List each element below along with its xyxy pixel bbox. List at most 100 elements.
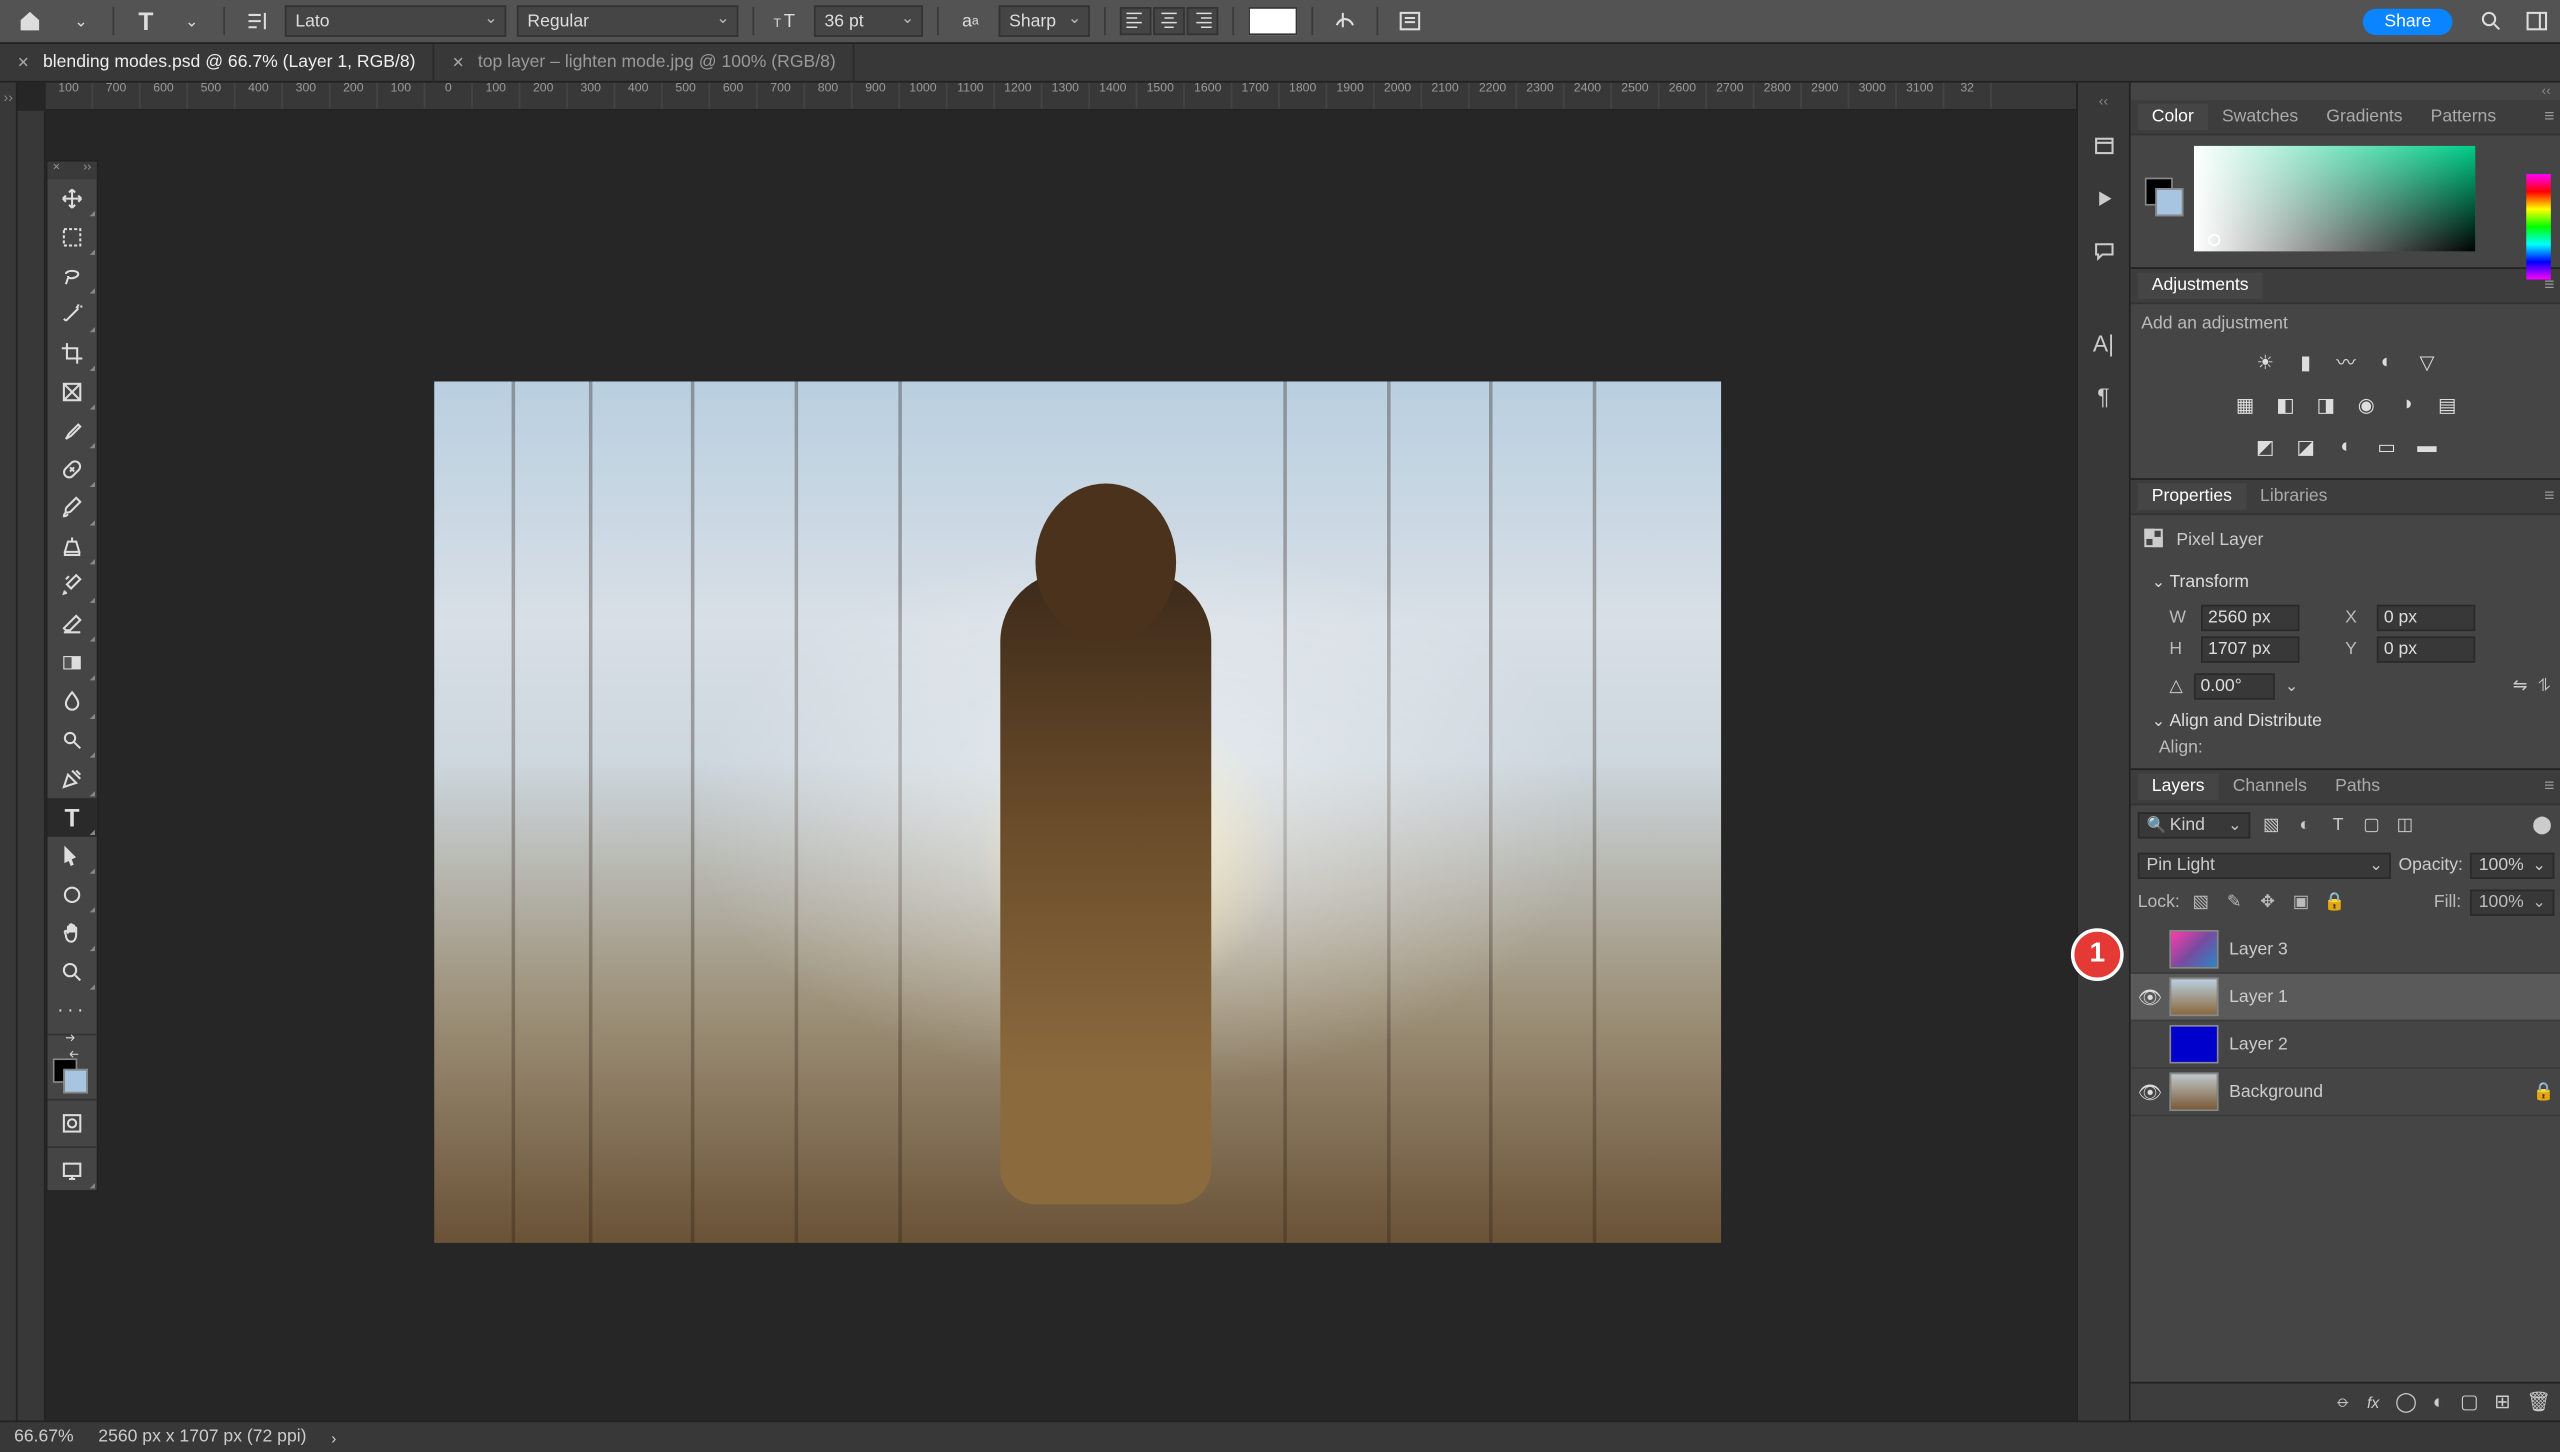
tab-paths[interactable]: Paths bbox=[2321, 774, 2394, 800]
align-right-button[interactable] bbox=[1187, 7, 1219, 35]
tab-gradients[interactable]: Gradients bbox=[2312, 104, 2416, 130]
blend-mode-dropdown[interactable]: Pin Light⌄ bbox=[2138, 853, 2392, 879]
align-center-button[interactable] bbox=[1153, 7, 1185, 35]
move-tool[interactable] bbox=[47, 179, 96, 218]
history-icon[interactable] bbox=[2088, 130, 2120, 162]
opacity-field[interactable]: 100%⌄ bbox=[2470, 853, 2554, 879]
bw-icon[interactable]: ◨ bbox=[2312, 390, 2340, 418]
document-tab[interactable]: × blending modes.psd @ 66.7% (Layer 1, R… bbox=[0, 43, 435, 82]
mask-icon[interactable]: ◯ bbox=[2395, 1391, 2417, 1414]
color-balance-icon[interactable]: ◧ bbox=[2271, 390, 2299, 418]
path-tool[interactable] bbox=[47, 837, 96, 876]
frame-tool[interactable] bbox=[47, 373, 96, 412]
play-icon[interactable] bbox=[2088, 183, 2120, 215]
lock-position-icon[interactable]: ✥ bbox=[2255, 890, 2280, 915]
color-field[interactable] bbox=[2194, 146, 2475, 251]
close-icon[interactable]: × bbox=[18, 52, 29, 73]
layer-row[interactable]: Layer 2 bbox=[2131, 1021, 2560, 1068]
align-left-button[interactable] bbox=[1120, 7, 1152, 35]
quick-mask-icon[interactable] bbox=[47, 1104, 96, 1143]
search-icon[interactable] bbox=[2474, 5, 2509, 37]
dodge-tool[interactable] bbox=[47, 721, 96, 760]
type-orientation-icon[interactable] bbox=[239, 5, 274, 37]
angle-field[interactable] bbox=[2193, 673, 2274, 699]
chevron-right-icon[interactable]: › bbox=[331, 1428, 336, 1446]
zoom-tool[interactable] bbox=[47, 953, 96, 992]
paragraph-icon[interactable]: ¶ bbox=[2088, 380, 2120, 412]
character-icon[interactable]: A| bbox=[2088, 327, 2120, 359]
color-lookup-icon[interactable]: ▤ bbox=[2433, 390, 2461, 418]
channel-mixer-icon[interactable]: ◑ bbox=[2393, 390, 2421, 418]
fx-icon[interactable]: fx bbox=[2367, 1393, 2379, 1411]
swap-colors-icon[interactable] bbox=[47, 1039, 96, 1053]
layer-name[interactable]: Layer 1 bbox=[2229, 987, 2288, 1006]
link-icon[interactable]: ⦵ bbox=[2335, 1391, 2351, 1414]
menu-icon[interactable]: ≡ bbox=[2544, 107, 2554, 126]
pen-tool[interactable] bbox=[47, 759, 96, 798]
lock-icon[interactable]: 🔒 bbox=[2532, 1082, 2554, 1101]
tab-properties[interactable]: Properties bbox=[2138, 483, 2246, 509]
filter-toggle-icon[interactable]: ⬤ bbox=[2530, 813, 2555, 838]
gradient-tool[interactable] bbox=[47, 643, 96, 682]
posterize-icon[interactable]: ◪ bbox=[2292, 432, 2320, 460]
group-icon[interactable]: ▢ bbox=[2460, 1391, 2478, 1414]
magic-wand-tool[interactable] bbox=[47, 295, 96, 334]
tab-color[interactable]: Color bbox=[2138, 104, 2208, 130]
paragraph-panel-icon[interactable] bbox=[1392, 5, 1427, 37]
vibrance-icon[interactable]: ▽ bbox=[2413, 348, 2441, 376]
curves-icon[interactable]: 〰 bbox=[2332, 348, 2360, 376]
x-field[interactable] bbox=[2377, 605, 2475, 631]
screenmode-icon[interactable] bbox=[47, 1151, 96, 1190]
layer-thumbnail[interactable] bbox=[2169, 1025, 2218, 1064]
layer-row[interactable]: 👁 Layer 1 bbox=[2131, 974, 2560, 1021]
shape-tool[interactable] bbox=[47, 875, 96, 914]
eraser-tool[interactable] bbox=[47, 605, 96, 644]
text-color-swatch[interactable] bbox=[1248, 7, 1297, 35]
fill-field[interactable]: 100%⌄ bbox=[2470, 890, 2554, 916]
new-layer-icon[interactable]: ⊞ bbox=[2494, 1391, 2510, 1414]
filter-pixel-icon[interactable]: ▧ bbox=[2259, 813, 2284, 838]
tab-patterns[interactable]: Patterns bbox=[2417, 104, 2511, 130]
lock-artboard-icon[interactable]: ▣ bbox=[2289, 890, 2314, 915]
canvas-area[interactable]: 1007006005004003002001000100200300400500… bbox=[18, 83, 2077, 1421]
brightness-icon[interactable]: ☀ bbox=[2251, 348, 2279, 376]
exposure-icon[interactable]: ◐ bbox=[2372, 348, 2400, 376]
menu-icon[interactable]: ≡ bbox=[2544, 487, 2554, 506]
flip-h-icon[interactable]: ⇋ bbox=[2513, 677, 2528, 696]
close-icon[interactable]: × bbox=[53, 162, 60, 180]
history-brush-tool[interactable] bbox=[47, 566, 96, 605]
warp-text-icon[interactable] bbox=[1327, 5, 1362, 37]
layer-thumbnail[interactable] bbox=[2169, 1072, 2218, 1111]
canvas-image[interactable] bbox=[434, 381, 1721, 1242]
hue-icon[interactable]: ▦ bbox=[2231, 390, 2259, 418]
type-tool-icon[interactable]: T bbox=[128, 5, 163, 37]
color-swatches[interactable] bbox=[47, 1053, 96, 1095]
font-size-dropdown[interactable]: 36 pt bbox=[814, 5, 923, 37]
transform-section[interactable]: Transform bbox=[2141, 566, 2551, 599]
chevron-down-icon[interactable]: ⌄ bbox=[174, 5, 209, 37]
width-field[interactable] bbox=[2201, 605, 2299, 631]
align-section[interactable]: Align and Distribute bbox=[2141, 705, 2551, 738]
edit-toolbar[interactable]: ··· bbox=[47, 992, 96, 1031]
tab-adjustments[interactable]: Adjustments bbox=[2138, 272, 2263, 298]
visibility-toggle[interactable]: 👁 bbox=[2138, 1080, 2159, 1103]
adjustment-icon[interactable]: ◐ bbox=[2433, 1391, 2445, 1412]
lock-transparency-icon[interactable]: ▧ bbox=[2189, 890, 2214, 915]
photo-filter-icon[interactable]: ◉ bbox=[2352, 390, 2380, 418]
layer-thumbnail[interactable] bbox=[2169, 930, 2218, 969]
chevron-down-icon[interactable]: ⌄ bbox=[63, 5, 98, 37]
trash-icon[interactable]: 🗑 bbox=[2526, 1391, 2551, 1414]
font-weight-dropdown[interactable]: Regular bbox=[517, 5, 739, 37]
y-field[interactable] bbox=[2377, 636, 2475, 662]
threshold-icon[interactable]: ◐ bbox=[2332, 432, 2360, 460]
tab-layers[interactable]: Layers bbox=[2138, 774, 2219, 800]
lock-all-icon[interactable]: 🔒 bbox=[2322, 890, 2347, 915]
type-tool[interactable]: T bbox=[47, 798, 96, 837]
tab-channels[interactable]: Channels bbox=[2219, 774, 2321, 800]
document-tab[interactable]: × top layer – lighten mode.jpg @ 100% (R… bbox=[435, 43, 855, 82]
layer-row[interactable]: Layer 3 bbox=[2131, 926, 2560, 973]
blur-tool[interactable] bbox=[47, 682, 96, 721]
lasso-tool[interactable] bbox=[47, 257, 96, 296]
marquee-tool[interactable] bbox=[47, 218, 96, 257]
close-icon[interactable]: × bbox=[452, 52, 463, 73]
